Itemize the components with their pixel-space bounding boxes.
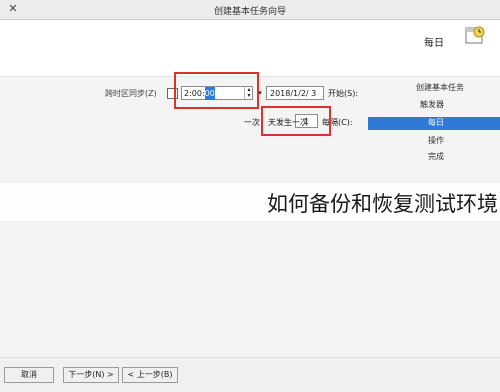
page-title: 每日 [424,38,444,49]
once-label: 一次 [244,118,260,127]
start-date-picker[interactable]: 2018/1/2/ 3 [266,86,324,100]
sync-timezone-label: 跨时区同步(Z) [105,89,157,98]
wizard-header [0,20,500,78]
back-button[interactable]: < 上一步(B) [122,367,178,383]
nav-item-action[interactable]: 操作 [428,135,444,146]
cancel-button[interactable]: 取消 [4,367,54,383]
start-label: 开始(S): [328,89,359,98]
nav-item-finish[interactable]: 完成 [428,151,444,162]
time-highlight-box [174,72,259,109]
overlay-banner-text: 如何备份和恢复测试环境 [267,192,498,216]
nav-item-daily[interactable]: 每日 [428,117,444,128]
nav-item-create-basic-task[interactable]: 创建基本任务 [416,82,464,93]
clock-calendar-icon [465,26,485,44]
next-button[interactable]: 下一步(N) > [63,367,119,383]
nav-item-trigger[interactable]: 触发器 [420,99,444,110]
window-title: 创建基本任务向导 [213,7,286,17]
recur-highlight-box [261,106,331,136]
